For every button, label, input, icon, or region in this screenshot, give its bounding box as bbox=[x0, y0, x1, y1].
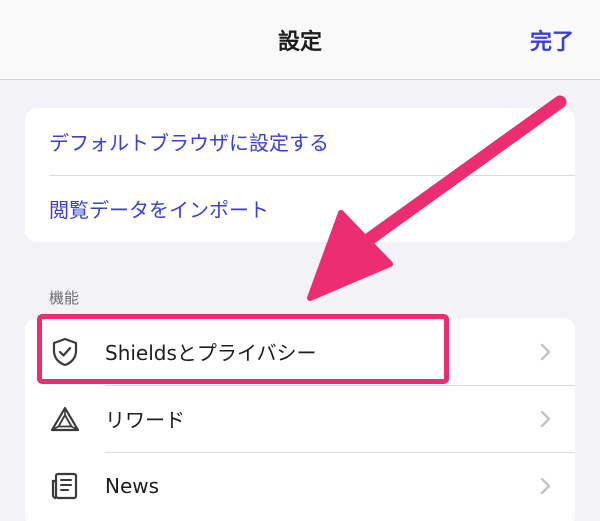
import-browsing-data-label: 閲覧データをインポート bbox=[49, 198, 269, 222]
page-title: 設定 bbox=[277, 30, 322, 55]
rewards-label: リワード bbox=[105, 408, 185, 432]
features-section-header: 機能 bbox=[49, 289, 80, 307]
rewards-triangle-icon bbox=[49, 403, 81, 435]
features-settings-group: Shieldsとプライバシー リワード News bbox=[25, 318, 575, 521]
set-default-browser-label: デフォルトブラウザに設定する bbox=[49, 131, 329, 155]
chevron-right-icon bbox=[540, 477, 551, 494]
news-row[interactable]: News bbox=[25, 452, 575, 519]
shields-privacy-label: Shieldsとプライバシー bbox=[105, 341, 317, 365]
news-label: News bbox=[105, 473, 160, 498]
chevron-right-icon bbox=[540, 343, 551, 360]
shields-privacy-row[interactable]: Shieldsとプライバシー bbox=[25, 318, 575, 385]
shield-check-icon bbox=[49, 336, 81, 368]
news-icon bbox=[49, 470, 81, 502]
done-button[interactable]: 完了 bbox=[530, 24, 574, 56]
general-settings-group: デフォルトブラウザに設定する 閲覧データをインポート bbox=[25, 108, 575, 242]
rewards-row[interactable]: リワード bbox=[25, 385, 575, 452]
navigation-bar: 設定 完了 bbox=[0, 0, 600, 80]
import-browsing-data-row[interactable]: 閲覧データをインポート bbox=[25, 175, 575, 242]
chevron-right-icon bbox=[540, 410, 551, 427]
set-default-browser-row[interactable]: デフォルトブラウザに設定する bbox=[25, 108, 575, 175]
